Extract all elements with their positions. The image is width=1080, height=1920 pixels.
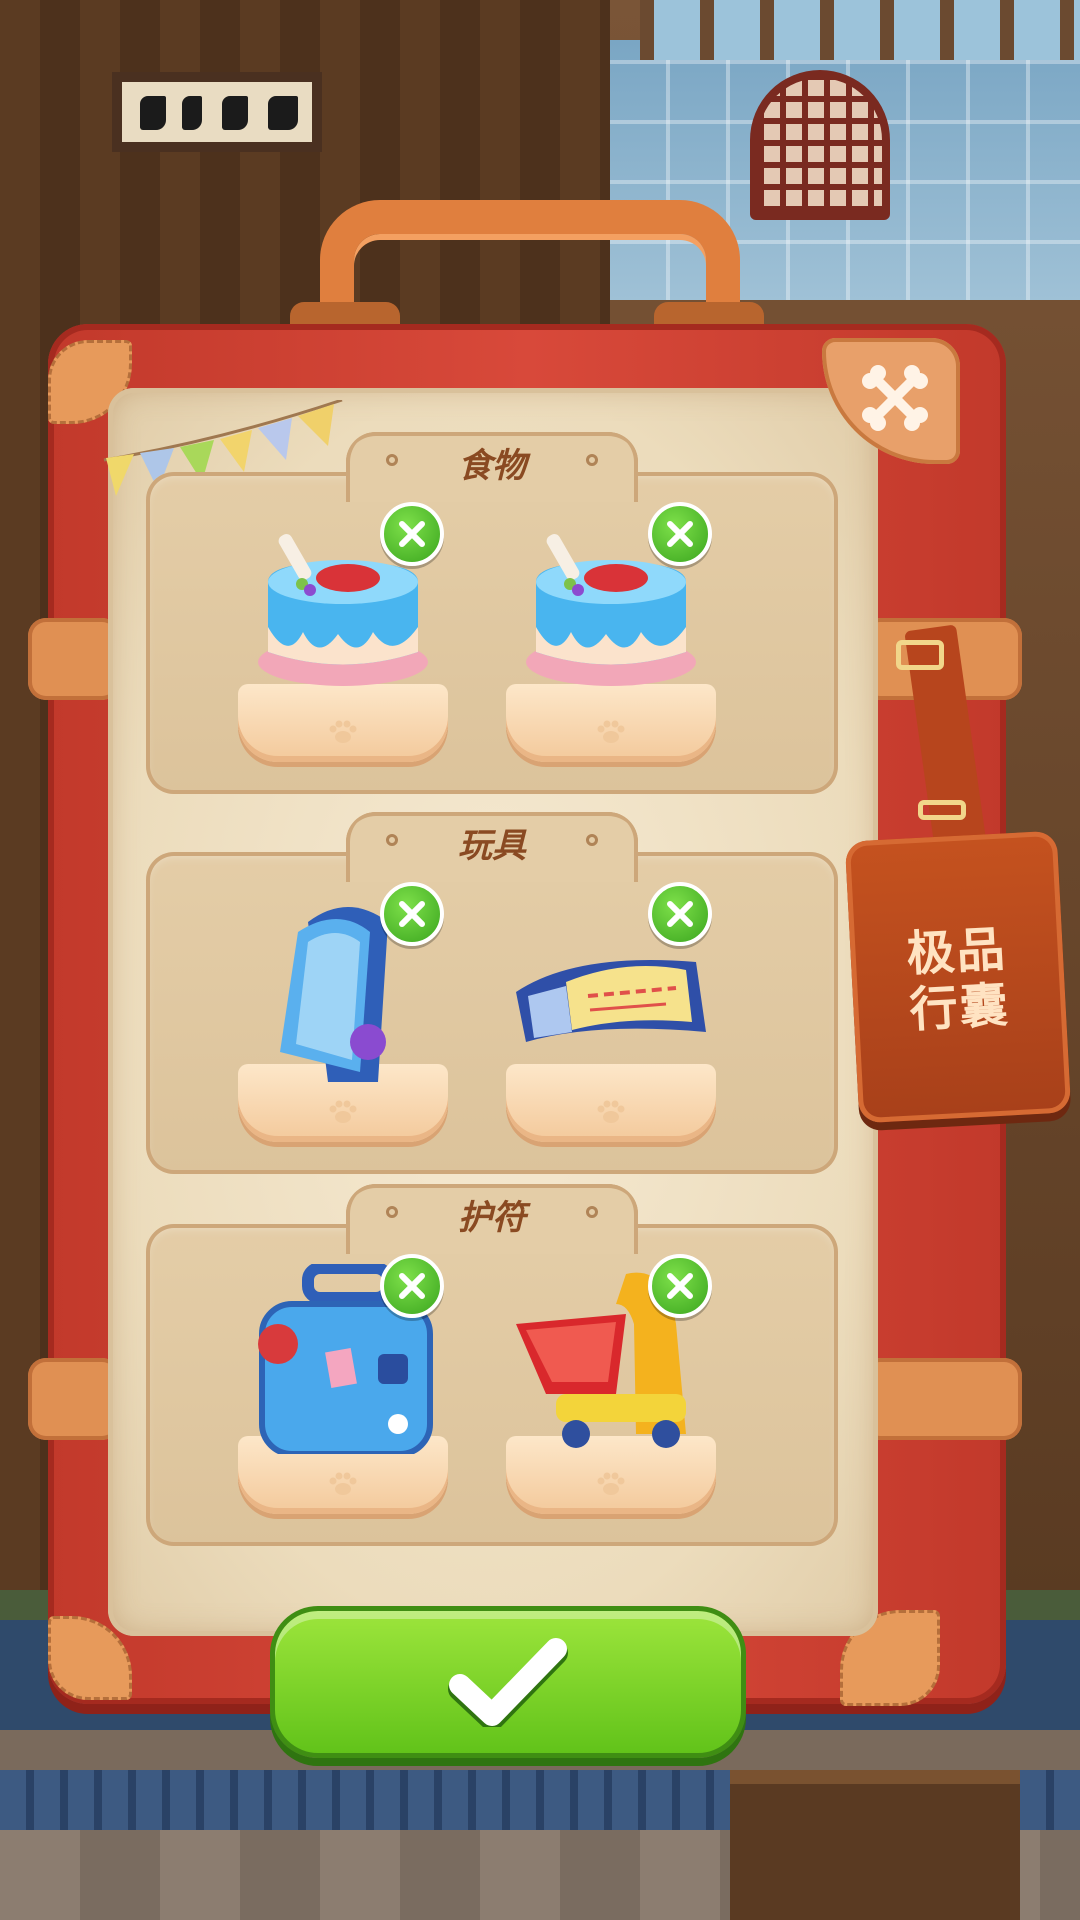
side-strap-lower-left	[28, 1358, 120, 1440]
checkmark-icon	[448, 1638, 568, 1727]
paw-icon	[597, 1472, 625, 1495]
close-icon	[667, 1273, 693, 1299]
remove-item-button[interactable]	[380, 502, 444, 566]
close-icon	[667, 521, 693, 547]
remove-item-button[interactable]	[380, 882, 444, 946]
close-icon	[399, 901, 425, 927]
remove-item-button[interactable]	[648, 882, 712, 946]
crossed-bones-close-icon	[862, 365, 928, 431]
close-icon	[399, 521, 425, 547]
item-slot[interactable]	[506, 502, 716, 762]
upper-window	[640, 0, 1080, 60]
close-icon	[399, 1273, 425, 1299]
tag-label-line2: 行囊	[908, 977, 1012, 1039]
remove-item-button[interactable]	[648, 1254, 712, 1318]
section-tab: 玩具	[346, 812, 638, 882]
item-slot[interactable]	[238, 502, 448, 762]
confirm-button[interactable]	[270, 1606, 746, 1758]
luggage-tag: 极品 行囊	[844, 830, 1072, 1124]
tag-label: 极品 行囊	[849, 919, 1067, 1042]
buckle-icon	[896, 640, 944, 670]
paw-icon	[597, 1100, 625, 1123]
side-strap-upper-left	[28, 618, 120, 700]
buckle-icon	[918, 800, 966, 820]
close-icon	[667, 901, 693, 927]
item-slot[interactable]	[238, 882, 448, 1142]
paw-icon	[329, 720, 357, 743]
paw-icon	[329, 1472, 357, 1495]
section-toys: 玩具	[146, 812, 838, 1174]
wooden-bench	[730, 1770, 1020, 1920]
item-slot[interactable]	[506, 882, 716, 1142]
section-tab: 护符	[346, 1184, 638, 1254]
section-title: 食物	[458, 446, 526, 486]
section-title: 玩具	[458, 826, 526, 866]
paw-icon	[597, 720, 625, 743]
item-slot[interactable]	[506, 1254, 716, 1514]
section-charms: 护符	[146, 1184, 838, 1546]
section-food: 食物	[146, 432, 838, 794]
calligraphy-sign	[112, 72, 322, 152]
arched-window	[750, 70, 890, 220]
remove-item-button[interactable]	[380, 1254, 444, 1318]
remove-item-button[interactable]	[648, 502, 712, 566]
section-title: 护符	[458, 1198, 526, 1238]
side-strap-lower-right	[862, 1358, 1022, 1440]
paw-icon	[329, 1100, 357, 1123]
section-tab: 食物	[346, 432, 638, 502]
item-slot[interactable]	[238, 1254, 448, 1514]
